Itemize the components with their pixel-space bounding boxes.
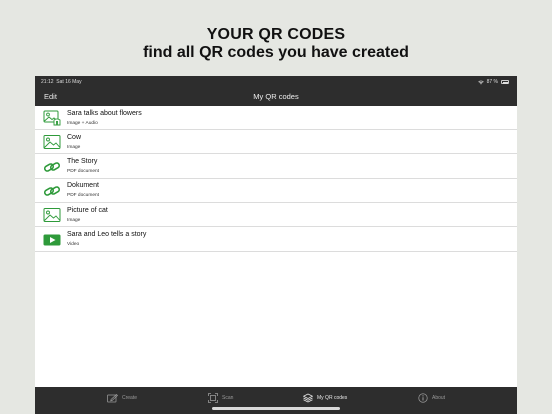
- item-type: Image: [67, 217, 81, 223]
- info-icon: [418, 393, 428, 403]
- status-bar: 21:12 Sat 16 May 87 %: [35, 76, 517, 88]
- status-right: 87 %: [477, 79, 509, 85]
- list-item[interactable]: Dokument PDF document: [35, 179, 517, 203]
- status-date: Sat 16 May: [56, 79, 82, 85]
- promo-title: YOUR QR CODES: [206, 26, 346, 43]
- home-indicator: [212, 407, 340, 410]
- item-title: Sara talks about flowers: [67, 109, 142, 117]
- list-item[interactable]: Picture of cat Image: [35, 203, 517, 228]
- battery-percent: 87 %: [486, 79, 498, 85]
- device-screen: 21:12 Sat 16 May 87 % Edit My QR codes S…: [35, 76, 517, 414]
- layers-icon: [303, 393, 313, 403]
- item-type: Image: [67, 144, 81, 150]
- navigation-bar: Edit My QR codes: [35, 88, 517, 106]
- promo-subtitle: find all QR codes you have created: [143, 44, 409, 61]
- tab-label: Scan: [222, 395, 234, 401]
- image-icon: [43, 208, 61, 223]
- tab-bar: Create Scan My QR codes About: [35, 387, 517, 414]
- tab-label: Create: [122, 395, 138, 401]
- list-item[interactable]: Cow Image: [35, 130, 517, 155]
- video-play-icon: [43, 234, 61, 245]
- item-title: Sara and Leo tells a story: [67, 231, 147, 238]
- item-title: The Story: [67, 158, 98, 166]
- item-type: Video: [67, 242, 80, 247]
- wifi-icon: [477, 80, 484, 84]
- tab-about[interactable]: About: [418, 392, 445, 404]
- item-title: Picture of cat: [67, 206, 108, 214]
- create-icon: [107, 393, 118, 402]
- list-item[interactable]: Sara and Leo tells a story Video: [35, 228, 517, 252]
- item-title: Dokument: [67, 182, 99, 190]
- item-title: Cow: [67, 133, 82, 141]
- link-icon: [43, 186, 61, 196]
- image-audio-icon: [43, 110, 61, 126]
- list-item[interactable]: The Story PDF document: [35, 155, 517, 179]
- item-type: Image + Audio: [67, 120, 98, 126]
- item-type: PDF document: [67, 169, 99, 175]
- battery-icon: [501, 80, 509, 84]
- status-clock: 21:12: [41, 79, 54, 85]
- tab-create[interactable]: Create: [107, 392, 137, 404]
- tab-scan[interactable]: Scan: [208, 392, 233, 404]
- link-icon: [43, 161, 61, 172]
- tab-label: My QR codes: [317, 395, 348, 401]
- list-item[interactable]: Sara talks about flowers Image + Audio: [35, 106, 517, 130]
- item-type: PDF document: [67, 193, 99, 199]
- tab-my-qr-codes[interactable]: My QR codes: [303, 392, 347, 404]
- qr-code-list: Sara talks about flowers Image + Audio C…: [35, 106, 517, 387]
- page-title: My QR codes: [253, 92, 299, 101]
- tab-label: About: [432, 395, 446, 401]
- promo-header: YOUR QR CODES find all QR codes you have…: [0, 0, 552, 76]
- scan-icon: [208, 393, 218, 403]
- image-icon: [43, 135, 61, 150]
- status-time: 21:12 Sat 16 May: [41, 79, 82, 85]
